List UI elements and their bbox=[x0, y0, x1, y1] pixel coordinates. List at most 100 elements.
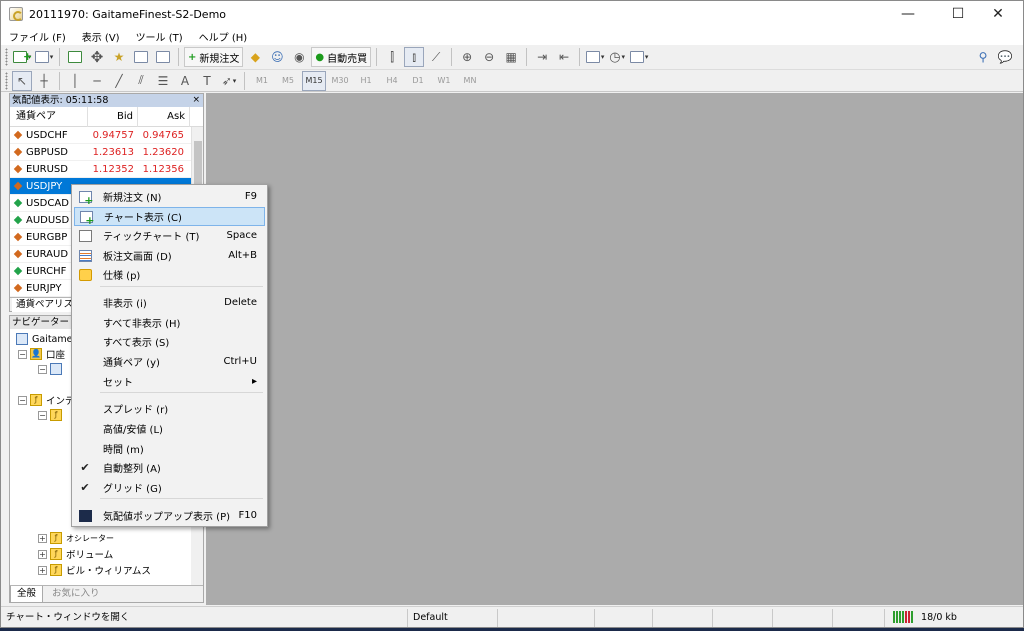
timeframe-m1[interactable]: M1 bbox=[250, 71, 274, 91]
status-connection[interactable]: 18/0 kb bbox=[885, 609, 1023, 627]
collapse-icon[interactable]: − bbox=[38, 364, 47, 374]
search-icon[interactable]: ⚲ bbox=[973, 47, 993, 67]
tab-favorites[interactable]: お気に入り bbox=[46, 586, 106, 602]
indicators-button[interactable]: ▾ bbox=[585, 47, 605, 67]
symbol-row[interactable]: USDCHF 0.94757 0.94765 bbox=[10, 127, 203, 144]
collapse-icon[interactable]: − bbox=[18, 349, 27, 359]
tree-node-trend[interactable]: − ƒ bbox=[38, 408, 66, 422]
auto-scroll-button[interactable]: ⇥ bbox=[532, 47, 552, 67]
line-chart-button[interactable]: ⟋ bbox=[426, 47, 446, 67]
timeframe-h1[interactable]: H1 bbox=[354, 71, 378, 91]
column-header-bid[interactable]: Bid bbox=[88, 106, 138, 127]
menu-view[interactable]: 表示 (V) bbox=[82, 29, 120, 44]
menu-tools[interactable]: ツール (T) bbox=[136, 29, 183, 44]
close-icon[interactable]: × bbox=[192, 94, 200, 107]
text-button[interactable]: A bbox=[175, 71, 195, 91]
context-item-12[interactable]: 時間 (m) bbox=[74, 439, 265, 458]
context-item-15[interactable]: 気配値ポップアップ表示 (P) F10 bbox=[74, 506, 265, 525]
new-chart-button[interactable]: ▾ bbox=[12, 47, 32, 67]
chart-client-area[interactable] bbox=[206, 93, 1023, 605]
menu-help[interactable]: ヘルプ (H) bbox=[199, 29, 248, 44]
periods-button[interactable]: ◷ ▾ bbox=[607, 47, 627, 67]
context-item-11[interactable]: 高値/安値 (L) bbox=[74, 419, 265, 438]
tree-node-root[interactable]: Gaitame bbox=[16, 332, 72, 346]
vertical-line-button[interactable]: │ bbox=[65, 71, 85, 91]
templates-button[interactable]: ▾ bbox=[629, 47, 649, 67]
context-item-10[interactable]: スプレッド (r) bbox=[74, 399, 265, 418]
context-item-5[interactable]: 非表示 (i) Delete bbox=[74, 293, 265, 312]
candlestick-button[interactable]: ⫾ bbox=[404, 47, 425, 67]
radio-button[interactable]: ◉ bbox=[289, 47, 309, 67]
text-label-button[interactable]: T bbox=[197, 71, 217, 91]
tree-node-account[interactable]: − bbox=[38, 362, 66, 376]
data-window-button[interactable]: ✥ bbox=[87, 47, 107, 67]
arrows-button[interactable]: ➶ ▾ bbox=[219, 71, 239, 91]
zoom-out-button[interactable]: ⊖ bbox=[479, 47, 499, 67]
tab-all[interactable]: 全般 bbox=[10, 586, 44, 602]
expand-icon[interactable]: + bbox=[38, 565, 47, 575]
context-item-3[interactable]: 板注文画面 (D) Alt+B bbox=[74, 246, 265, 265]
context-item-6[interactable]: すべて非表示 (H) bbox=[74, 313, 265, 332]
tree-node-indicators[interactable]: − ƒ インデ bbox=[18, 393, 75, 407]
horizontal-line-button[interactable]: ─ bbox=[87, 71, 107, 91]
tree-node-accounts[interactable]: − 👤 口座 bbox=[18, 347, 65, 361]
timeframe-w1[interactable]: W1 bbox=[432, 71, 456, 91]
context-item-13[interactable]: ✔ 自動整列 (A) bbox=[74, 458, 265, 477]
trendline-button[interactable]: ╱ bbox=[109, 71, 129, 91]
bar-chart-button[interactable]: ⫿ bbox=[382, 47, 402, 67]
context-item-14[interactable]: ✔ グリッド (G) bbox=[74, 478, 265, 497]
timeframe-mn[interactable]: MN bbox=[458, 71, 482, 91]
context-item-1[interactable]: チャート表示 (C) bbox=[74, 207, 265, 227]
context-item-8[interactable]: 通貨ペア (y) Ctrl+U bbox=[74, 352, 265, 371]
expand-icon[interactable]: + bbox=[38, 549, 47, 559]
equidistant-channel-button[interactable]: ⫽ bbox=[131, 71, 151, 91]
toolbar-grip[interactable] bbox=[5, 71, 8, 90]
menu-file[interactable]: ファイル (F) bbox=[9, 29, 66, 44]
context-item-7[interactable]: すべて表示 (S) bbox=[74, 332, 265, 351]
column-header-ask[interactable]: Ask bbox=[138, 106, 190, 127]
navigator-button[interactable]: ★ bbox=[109, 47, 129, 67]
minimize-button[interactable]: — bbox=[885, 1, 931, 27]
tile-windows-button[interactable]: ▦ bbox=[501, 47, 521, 67]
chat-icon[interactable]: 💬 bbox=[995, 47, 1015, 67]
chart-shift-button[interactable]: ⇤ bbox=[554, 47, 574, 67]
terminal-button[interactable] bbox=[131, 47, 151, 67]
symbol-cell: USDCHF bbox=[10, 130, 88, 141]
tree-node-oscillators[interactable]: + ƒ オシレーター bbox=[38, 531, 114, 545]
zoom-in-button[interactable]: ⊕ bbox=[457, 47, 477, 67]
context-item-2[interactable]: ティックチャート (T) Space bbox=[74, 226, 265, 245]
context-item-0[interactable]: 新規注文 (N) F9 bbox=[74, 187, 265, 207]
menu-item-label: 通貨ペア (y) bbox=[103, 358, 160, 369]
collapse-icon[interactable]: − bbox=[38, 410, 47, 420]
market-watch-toggle-button[interactable] bbox=[65, 47, 85, 67]
symbol-row[interactable]: EURUSD 1.12352 1.12356 bbox=[10, 161, 203, 178]
tree-node-bill-williams[interactable]: + ƒ ビル・ウィリアムス bbox=[38, 563, 151, 577]
symbol-row[interactable]: GBPUSD 1.23613 1.23620 bbox=[10, 144, 203, 161]
signals-button[interactable]: ☺ bbox=[267, 47, 287, 67]
cursor-button[interactable]: ↖ bbox=[12, 70, 32, 91]
timeframe-h4[interactable]: H4 bbox=[380, 71, 404, 91]
column-header-symbol[interactable]: 通貨ペア bbox=[10, 106, 88, 127]
auto-trade-button[interactable]: ● 自動売買 bbox=[311, 47, 372, 67]
strategy-tester-button[interactable] bbox=[153, 47, 173, 67]
toolbar-grip[interactable] bbox=[5, 48, 8, 66]
timeframe-m15[interactable]: M15 bbox=[302, 70, 326, 91]
tab-symbols[interactable]: 通貨ペアリス bbox=[12, 298, 79, 312]
context-item-4[interactable]: 仕様 (p) bbox=[74, 265, 265, 284]
title-bar: 20111970: GaitameFinest-S2-Demo — ☐ ✕ bbox=[1, 1, 1023, 27]
fibonacci-button[interactable]: ☰ bbox=[153, 71, 173, 91]
new-order-button[interactable]: + 新規注文 bbox=[184, 47, 244, 67]
timeframe-m5[interactable]: M5 bbox=[276, 71, 300, 91]
timeframe-m30[interactable]: M30 bbox=[328, 71, 352, 91]
close-button[interactable]: ✕ bbox=[975, 1, 1021, 27]
timeframe-d1[interactable]: D1 bbox=[406, 71, 430, 91]
expand-icon[interactable]: + bbox=[38, 533, 47, 543]
context-item-9[interactable]: セット ▸ bbox=[74, 372, 265, 391]
profiles-button[interactable]: ▾ bbox=[34, 47, 54, 67]
metaeditor-button[interactable]: ◆ bbox=[245, 47, 265, 67]
collapse-icon[interactable]: − bbox=[18, 395, 27, 405]
menu-item-icon-slot bbox=[74, 509, 96, 522]
tree-node-volumes[interactable]: + ƒ ボリューム bbox=[38, 547, 113, 561]
crosshair-button[interactable]: ┼ bbox=[34, 71, 54, 91]
status-empty-3 bbox=[653, 608, 713, 627]
